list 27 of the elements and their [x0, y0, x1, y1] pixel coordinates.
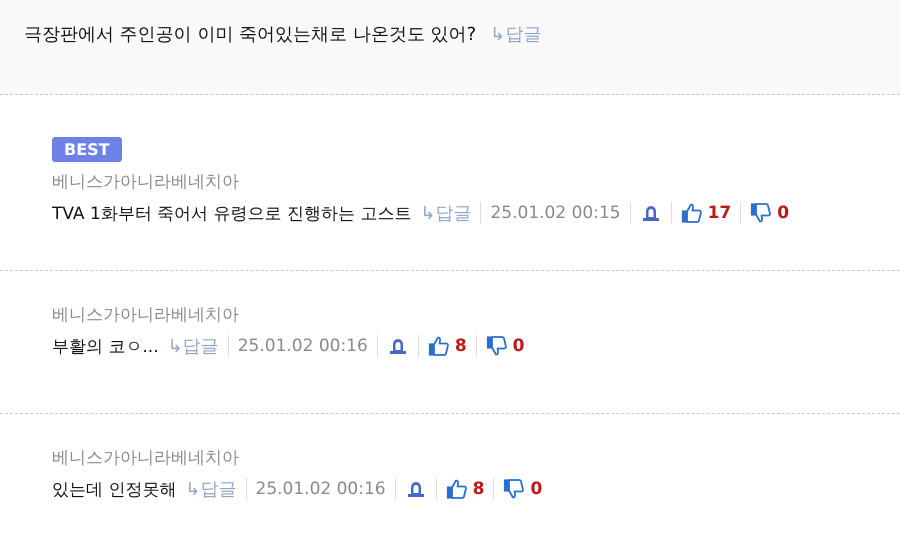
- thumbs-up-icon[interactable]: [680, 202, 703, 224]
- dislike-count: 0: [530, 479, 542, 499]
- reply-link[interactable]: ↳답글: [490, 22, 542, 46]
- dislike-count: 0: [777, 203, 790, 223]
- like-count: 8: [472, 479, 484, 499]
- timestamp: 25.01.02 00:16: [256, 479, 386, 499]
- thumbs-up-icon[interactable]: [428, 335, 450, 357]
- timestamp: 25.01.02 00:15: [490, 203, 621, 223]
- thumbs-up-icon[interactable]: [446, 478, 468, 500]
- comment-text: 있는데 인정못해: [52, 478, 176, 500]
- comment-text: 극장판에서 주인공이 이미 죽어있는채로 나온것도 있어?: [24, 23, 476, 46]
- author-name: 베니스가아니라베네치아: [52, 304, 239, 326]
- comment-text: 부활의 코ㅇ...: [52, 336, 159, 358]
- best-badge: BEST: [52, 137, 122, 162]
- author-name: 베니스가아니라베네치아: [52, 447, 239, 469]
- reply-link[interactable]: ↳답글: [420, 201, 472, 225]
- timestamp: 25.01.02 00:16: [238, 336, 368, 356]
- thumbs-down-icon[interactable]: [486, 335, 508, 357]
- dislike-count: 0: [512, 336, 525, 356]
- author-name: 베니스가아니라베네치아: [52, 171, 239, 193]
- reply-link[interactable]: ↳답글: [168, 334, 219, 358]
- comment-text: TVA 1화부터 죽어서 유령으로 진행하는 고스트: [52, 202, 412, 224]
- like-count: 17: [708, 203, 732, 223]
- reply-link[interactable]: ↳답글: [185, 477, 236, 501]
- thumbs-down-icon[interactable]: [750, 202, 772, 224]
- thumbs-down-icon[interactable]: [503, 478, 526, 500]
- like-count: 8: [454, 336, 467, 356]
